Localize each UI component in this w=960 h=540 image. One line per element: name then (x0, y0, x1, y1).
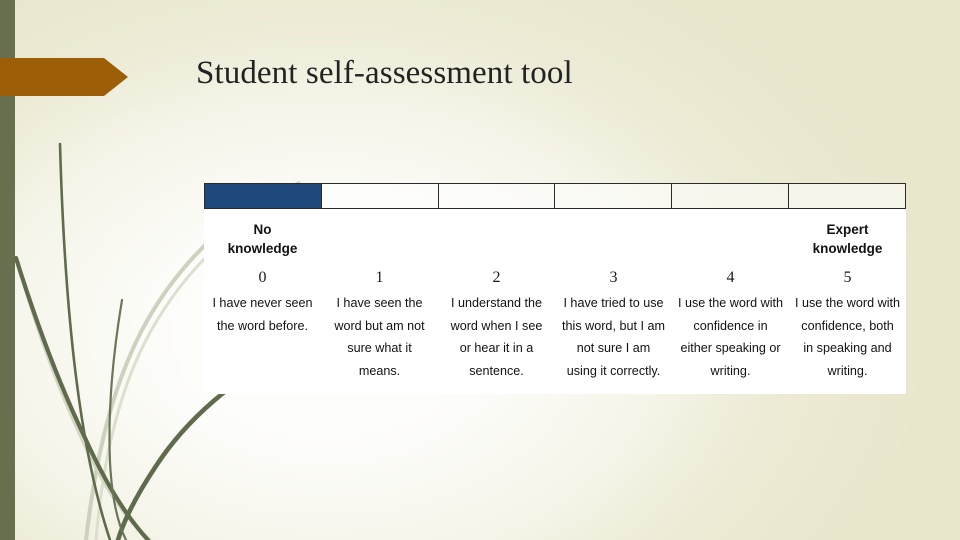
presentation-slide: Student self-assessment tool No knowledg… (0, 0, 960, 540)
scale-number-2: 2 (492, 269, 501, 286)
endpoint-label-high-line2: knowledge (812, 241, 883, 256)
endpoint-label-low-line2: knowledge (227, 241, 298, 256)
endpoint-label-high: Expert knowledge (789, 220, 906, 264)
scale-number-0: 0 (258, 269, 267, 286)
grass-blade-light-3 (16, 260, 152, 540)
self-assessment-scale-table: No knowledge Expert knowledge 0 1 2 3 4 … (204, 183, 906, 394)
banner-arrow-polygon (0, 58, 128, 96)
endpoint-spacer-1 (321, 220, 438, 264)
scale-number-4: 4 (726, 269, 735, 286)
scale-descriptor-5: I use the word with confidence, both in … (795, 296, 900, 378)
scale-descriptor-4: I use the word with confidence in either… (678, 296, 783, 378)
endpoint-label-high-line1: Expert (826, 222, 869, 237)
scale-header-cell-2[interactable] (439, 184, 556, 208)
grass-blade-dark-1 (58, 142, 112, 540)
scale-header-cell-0[interactable] (205, 184, 322, 208)
scale-header-cell-5[interactable] (789, 184, 905, 208)
grass-blade-dark-4 (108, 298, 128, 540)
scale-header-cell-4[interactable] (672, 184, 790, 208)
endpoint-label-low: No knowledge (204, 220, 321, 264)
scale-table-body: No knowledge Expert knowledge 0 1 2 3 4 … (204, 209, 906, 394)
endpoint-spacer-2 (438, 220, 555, 264)
scale-descriptor-3: I have tried to use this word, but I am … (562, 296, 665, 378)
scale-descriptor-1: I have seen the word but am not sure wha… (334, 296, 425, 378)
scale-numbers-row: 0 1 2 3 4 5 (204, 264, 906, 292)
scale-number-1: 1 (375, 269, 384, 286)
endpoint-labels-row: No knowledge Expert knowledge (204, 220, 906, 264)
endpoint-spacer-3 (555, 220, 672, 264)
banner-arrow-shape (0, 58, 128, 96)
scale-header-cell-1[interactable] (322, 184, 439, 208)
endpoint-spacer-4 (672, 220, 789, 264)
scale-number-5: 5 (843, 269, 852, 286)
endpoint-label-low-line1: No (253, 222, 272, 237)
scale-number-3: 3 (609, 269, 618, 286)
grass-blade-dark-2 (13, 255, 151, 540)
scale-descriptor-0: I have never seen the word before. (212, 296, 313, 333)
scale-descriptors-row: I have never seen the word before. I hav… (204, 292, 906, 382)
scale-header-cell-3[interactable] (555, 184, 673, 208)
scale-descriptor-2: I understand the word when I see or hear… (450, 296, 543, 378)
page-title: Student self-assessment tool (196, 55, 573, 91)
scale-header-row (204, 183, 906, 209)
